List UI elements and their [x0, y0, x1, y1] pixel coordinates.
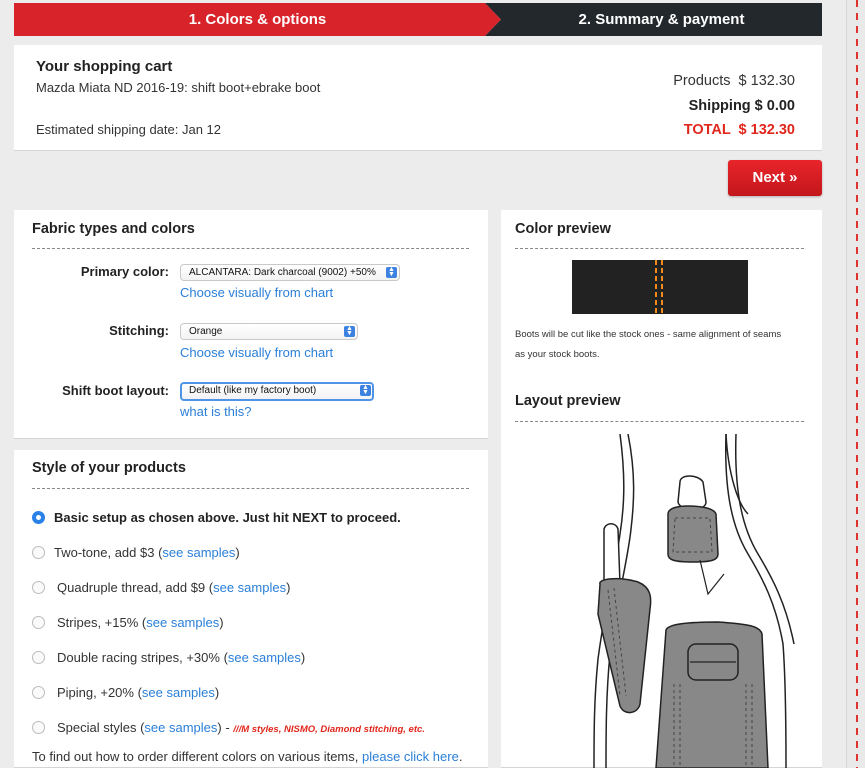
checkout-steps: 1. Colors & options 2. Summary & payment: [14, 3, 822, 36]
option-label: Piping, +20% (: [57, 685, 142, 700]
stitching-value: Orange: [189, 326, 223, 337]
stitch-line: [655, 260, 657, 314]
radio-icon[interactable]: [32, 546, 45, 559]
products-total: Products $ 132.30: [673, 73, 795, 89]
cart-totals: Products $ 132.30 Shipping $ 0.00 TOTAL …: [673, 71, 795, 145]
stitching-chart-link[interactable]: Choose visually from chart: [180, 345, 333, 360]
next-button[interactable]: Next »: [728, 160, 822, 196]
see-samples-link[interactable]: see samples: [146, 615, 219, 630]
decorative-stitch-border: [846, 0, 865, 768]
option-suffix: ) -: [217, 720, 234, 735]
option-suffix: ): [219, 615, 224, 630]
option-suffix: ): [214, 685, 220, 700]
different-colors-note: To find out how to order different color…: [32, 749, 462, 764]
fabric-title: Fabric types and colors: [32, 221, 195, 237]
select-arrows-icon: ▲ ▼: [360, 384, 371, 396]
step-summary-payment[interactable]: 2. Summary & payment: [501, 3, 822, 36]
grand-total: TOTAL $ 132.30: [683, 122, 795, 138]
console-layout-diagram: [593, 434, 795, 768]
cart-item-description: Mazda Miata ND 2016-19: shift boot+ebrak…: [36, 80, 321, 95]
divider: [515, 248, 804, 249]
layout-preview-title: Layout preview: [515, 393, 621, 409]
special-styles-note: ///M styles, NISMO, Diamond stitching, e…: [233, 724, 425, 735]
stitching-label: Stitching:: [109, 323, 169, 338]
footer-suffix: .: [458, 749, 463, 764]
radio-icon[interactable]: [32, 616, 45, 629]
please-click-here-link[interactable]: please click here: [362, 749, 459, 764]
radio-icon[interactable]: [32, 581, 45, 594]
color-preview-title: Color preview: [515, 221, 611, 237]
cart-title: Your shopping cart: [36, 58, 173, 75]
style-panel: Style of your products Basic setup as ch…: [14, 450, 488, 768]
option-label: Two-tone, add $3 (: [54, 545, 163, 560]
see-samples-link[interactable]: see samples: [213, 580, 286, 595]
see-samples-link[interactable]: see samples: [144, 720, 217, 735]
primary-color-label: Primary color:: [80, 264, 169, 279]
fabric-panel: Fabric types and colors Primary color: A…: [14, 210, 488, 439]
select-arrows-icon: ▲ ▼: [344, 325, 355, 337]
shopping-cart-panel: Your shopping cart Mazda Miata ND 2016-1…: [14, 45, 822, 151]
primary-color-select[interactable]: ALCANTARA: Dark charcoal (9002) +50% ▲ ▼: [180, 264, 400, 281]
option-suffix: ): [300, 650, 306, 665]
radio-icon[interactable]: [32, 721, 45, 734]
shipping-total: Shipping $ 0.00: [688, 97, 795, 114]
radio-icon[interactable]: [32, 651, 45, 664]
option-label: Double racing stripes, +30% (: [57, 650, 228, 665]
divider: [32, 248, 469, 249]
stitching-select[interactable]: Orange ▲ ▼: [180, 323, 358, 340]
footer-text: To find out how to order different color…: [32, 749, 362, 764]
option-label: Basic setup as chosen above. Just hit NE…: [54, 510, 401, 525]
see-samples-link[interactable]: see samples: [142, 685, 215, 700]
option-label: Stripes, +15% (: [57, 615, 147, 630]
option-label: Special styles (: [57, 720, 145, 735]
option-suffix: ): [235, 545, 240, 560]
layout-help-link[interactable]: what is this?: [180, 404, 252, 419]
divider: [515, 421, 804, 422]
shift-boot-layout-select[interactable]: Default (like my factory boot) ▲ ▼: [180, 382, 374, 401]
preview-note-line1: Boots will be cut like the stock ones - …: [515, 329, 782, 340]
select-arrows-icon: ▲ ▼: [386, 266, 397, 278]
stitch-line: [661, 260, 663, 314]
option-suffix: ): [286, 580, 291, 595]
preview-panel: Color preview Boots will be cut like the…: [501, 210, 822, 768]
step-colors-options[interactable]: 1. Colors & options: [14, 3, 501, 36]
primary-color-chart-link[interactable]: Choose visually from chart: [180, 285, 333, 300]
estimated-shipping-date: Estimated shipping date: Jan 12: [36, 122, 222, 137]
style-title: Style of your products: [32, 460, 186, 476]
see-samples-link[interactable]: see samples: [228, 650, 301, 665]
primary-color-value: ALCANTARA: Dark charcoal (9002) +50%: [189, 267, 376, 278]
divider: [32, 488, 469, 489]
preview-note-line2: as your stock boots.: [515, 349, 600, 360]
color-preview-swatch: [572, 260, 748, 314]
radio-icon[interactable]: [32, 686, 45, 699]
see-samples-link[interactable]: see samples: [162, 545, 235, 560]
radio-selected-icon[interactable]: [32, 511, 45, 524]
shift-boot-layout-label: Shift boot layout:: [62, 383, 169, 398]
option-label: Quadruple thread, add $9 (: [57, 580, 214, 595]
shift-boot-layout-value: Default (like my factory boot): [189, 385, 317, 396]
